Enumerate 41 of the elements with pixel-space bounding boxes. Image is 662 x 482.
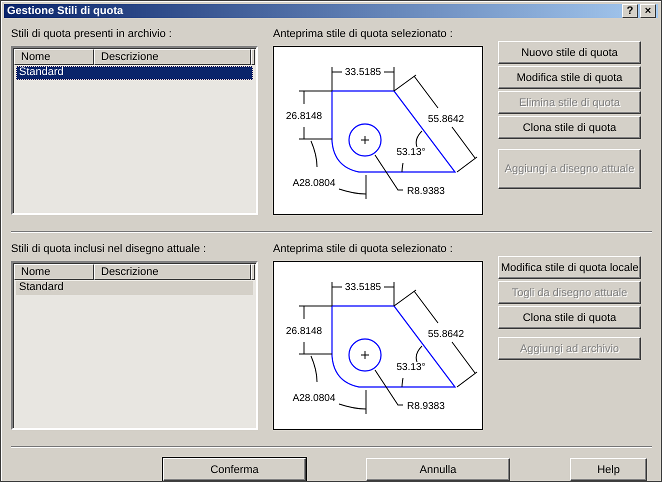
dimension-text: 53.13° — [396, 147, 426, 158]
dimension-text: R8.9383 — [407, 186, 445, 197]
dimension-text: 33.5185 — [344, 67, 382, 78]
column-header[interactable]: Nome — [14, 264, 94, 280]
action-button[interactable]: Modifica stile di quota locale — [498, 256, 641, 279]
window-title: Gestione Stili di quota — [7, 5, 124, 17]
action-button[interactable]: Nuovo stile di quota — [498, 41, 641, 64]
action-button[interactable]: Clona stile di quota — [498, 116, 641, 139]
dimension-text: 33.5185 — [344, 282, 382, 293]
leader-line — [374, 154, 404, 190]
cancel-button[interactable]: Annulla — [366, 458, 510, 481]
dimension-text: A28.0804 — [292, 393, 336, 404]
dimension-text: A28.0804 — [292, 178, 336, 189]
column-header[interactable]: Descrizione — [94, 264, 251, 280]
center-mark — [360, 136, 370, 144]
help-button[interactable]: Help — [570, 458, 647, 481]
list-item[interactable]: Standard — [16, 281, 253, 295]
dimension-text: 26.8148 — [286, 326, 322, 337]
leader-line — [374, 370, 404, 406]
confirm-button[interactable]: Conferma — [163, 458, 306, 481]
dimension-text: R8.9383 — [407, 401, 445, 412]
column-header[interactable]: Descrizione — [94, 49, 251, 65]
list-item[interactable]: Standard — [16, 66, 253, 80]
preview-label: Anteprima stile di quota selezionato : — [273, 28, 454, 41]
list-label: Stili di quota inclusi nel disegno attuale : — [11, 243, 208, 256]
close-button[interactable]: × — [640, 4, 656, 18]
action-button[interactable]: Modifica stile di quota — [498, 66, 641, 89]
hole-circle — [348, 338, 382, 372]
action-button[interactable]: Clona stile di quota — [498, 306, 641, 329]
dimension-text: 53.13° — [396, 362, 426, 373]
help-button[interactable]: ? — [622, 4, 638, 18]
style-list[interactable]: Nome Descrizione Standard — [11, 261, 258, 430]
dimension-text: 26.8148 — [286, 111, 322, 122]
dimension-text: 55.8642 — [428, 114, 464, 125]
column-header[interactable]: Nome — [14, 49, 94, 65]
style-list[interactable]: Nome Descrizione Standard — [11, 46, 258, 215]
center-mark — [360, 350, 370, 360]
preview-label: Anteprima stile di quota selezionato : — [273, 243, 454, 256]
dimension-text: 55.8642 — [428, 329, 464, 340]
list-label: Stili di quota presenti in archivio : — [11, 28, 173, 41]
hole-circle — [348, 123, 382, 157]
